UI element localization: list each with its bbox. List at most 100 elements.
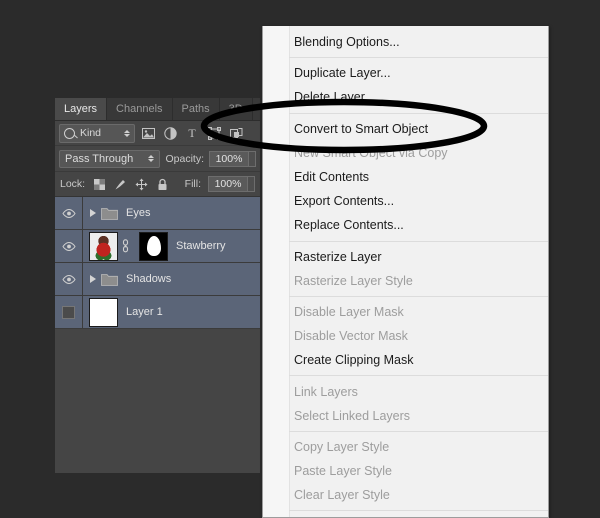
tab-layers-label: Layers: [64, 103, 98, 115]
folder-icon: [101, 207, 118, 220]
group-expander-triangle-icon[interactable]: [90, 209, 96, 217]
lock-image-pixels-icon[interactable]: [113, 177, 127, 191]
layers-panel: Layers Channels Paths 3D Kind T Pass Thr…: [55, 98, 260, 473]
table-row[interactable]: Shadows: [55, 263, 260, 296]
lock-position-icon[interactable]: [134, 177, 148, 191]
opacity-value[interactable]: 100%: [209, 150, 249, 167]
table-row[interactable]: Layer 1: [55, 296, 260, 329]
tab-3d[interactable]: 3D: [219, 98, 253, 120]
tab-channels[interactable]: Channels: [107, 98, 173, 120]
menu-item-export-contents[interactable]: Export Contents...: [263, 189, 548, 213]
tab-3d-label: 3D: [228, 103, 243, 115]
layer-name: Eyes: [126, 207, 151, 219]
tab-layers[interactable]: Layers: [55, 98, 108, 120]
opacity-field-wrap[interactable]: 100%: [209, 150, 256, 167]
white-thumbnail[interactable]: [89, 297, 118, 327]
menu-separator: [289, 295, 548, 297]
menu-item-label: Export Contents...: [294, 194, 395, 209]
menu-item-list: Blending Options... Duplicate Layer... D…: [263, 26, 548, 517]
opacity-stepper-grip[interactable]: [249, 150, 256, 167]
folder-icon: [101, 273, 118, 286]
eye-icon: [61, 208, 76, 218]
menu-item-link-layers: Link Layers: [263, 379, 548, 403]
layer-name: Shadows: [126, 273, 172, 285]
layer-visibility-toggle[interactable]: [55, 263, 83, 295]
blend-mode-value: Pass Through: [65, 152, 134, 165]
tab-paths-label: Paths: [181, 103, 210, 115]
blend-mode-dropdown[interactable]: Pass Through: [59, 149, 161, 168]
menu-item-label: Clear Layer Style: [294, 488, 390, 503]
fill-label: Fill:: [184, 178, 201, 190]
link-chain-icon[interactable]: [120, 239, 131, 253]
menu-item-replace-contents[interactable]: Replace Contents...: [263, 213, 548, 237]
menu-item-clear-layer-style: Clear Layer Style: [263, 483, 548, 507]
smart-object-filter-icon[interactable]: [227, 125, 245, 142]
eye-icon: [61, 241, 76, 251]
menu-item-label: Convert to Smart Object: [294, 121, 429, 136]
layer-visibility-toggle[interactable]: [55, 230, 83, 262]
menu-item-label: Blending Options...: [294, 35, 400, 50]
menu-item-new-smart-object-via-copy: New Smart Object via Copy: [263, 141, 548, 165]
fill-value[interactable]: 100%: [208, 176, 248, 192]
menu-item-merge-down[interactable]: Merge Down: [263, 514, 548, 517]
fill-stepper-grip[interactable]: [248, 176, 255, 192]
menu-separator: [289, 240, 548, 242]
updown-stepper-icon[interactable]: [124, 129, 130, 137]
menu-item-rasterize-layer-style: Rasterize Layer Style: [263, 269, 548, 293]
menu-item-select-linked-layers: Select Linked Layers: [263, 404, 548, 428]
pixel-layer-filter-icon[interactable]: [139, 125, 157, 142]
tab-channels-label: Channels: [116, 103, 163, 115]
mask-shape: [146, 236, 161, 256]
lock-all-icon[interactable]: [155, 177, 169, 191]
menu-item-label: Delete Layer: [294, 90, 365, 105]
menu-item-label: Link Layers: [294, 384, 358, 399]
tab-paths[interactable]: Paths: [172, 98, 220, 120]
filter-kind-dropdown[interactable]: Kind: [59, 123, 135, 143]
menu-item-disable-vector-mask: Disable Vector Mask: [263, 324, 548, 348]
menu-item-label: Edit Contents: [294, 170, 370, 185]
menu-item-label: Disable Layer Mask: [294, 304, 404, 319]
eye-icon: [61, 274, 76, 284]
blend-mode-stepper-icon[interactable]: [148, 155, 155, 162]
menu-separator: [289, 375, 548, 377]
menu-separator: [289, 57, 548, 59]
menu-item-label: Disable Vector Mask: [294, 329, 408, 344]
menu-item-label: Create Clipping Mask: [294, 353, 414, 368]
strawberry-thumbnail[interactable]: [89, 231, 118, 261]
group-expander-triangle-icon[interactable]: [90, 275, 96, 283]
lock-row: Lock: Fill: 100%: [55, 172, 260, 197]
shape-layer-filter-icon[interactable]: [205, 125, 223, 142]
adjustment-layer-filter-icon[interactable]: [161, 125, 179, 142]
lock-transparent-pixels-icon[interactable]: [92, 177, 106, 191]
menu-item-label: Copy Layer Style: [294, 439, 390, 454]
search-icon: [64, 127, 75, 139]
panel-tab-bar: Layers Channels Paths 3D: [55, 98, 260, 121]
menu-item-delete-layer[interactable]: Delete Layer: [263, 85, 548, 109]
type-layer-filter-icon: T: [188, 125, 196, 140]
menu-item-create-clipping-mask[interactable]: Create Clipping Mask: [263, 348, 548, 372]
layer-mask-thumbnail[interactable]: [139, 231, 168, 261]
menu-item-convert-to-smart-object[interactable]: Convert to Smart Object: [263, 117, 548, 141]
menu-item-label: Select Linked Layers: [294, 408, 411, 423]
layer-visibility-toggle[interactable]: [55, 197, 83, 229]
layer-list-empty-area: [55, 329, 260, 473]
menu-separator: [289, 112, 548, 114]
menu-item-label: Duplicate Layer...: [294, 66, 391, 81]
menu-item-label: Replace Contents...: [294, 218, 404, 233]
layer-name: Stawberry: [176, 240, 226, 252]
menu-item-blending-options[interactable]: Blending Options...: [263, 30, 548, 54]
blend-mode-row: Pass Through Opacity: 100%: [55, 146, 260, 172]
fill-field-wrap[interactable]: 100%: [208, 176, 255, 192]
menu-item-rasterize-layer[interactable]: Rasterize Layer: [263, 245, 548, 269]
menu-item-label: Rasterize Layer: [294, 249, 382, 264]
menu-item-label: Rasterize Layer Style: [294, 273, 413, 288]
layer-visibility-toggle[interactable]: [55, 296, 83, 328]
menu-item-copy-layer-style: Copy Layer Style: [263, 435, 548, 459]
table-row[interactable]: Stawberry: [55, 230, 260, 263]
table-row[interactable]: Eyes: [55, 197, 260, 230]
layer-context-menu: Blending Options... Duplicate Layer... D…: [262, 26, 549, 518]
menu-item-edit-contents[interactable]: Edit Contents: [263, 165, 548, 189]
opacity-label: Opacity:: [165, 152, 204, 165]
menu-item-duplicate-layer[interactable]: Duplicate Layer...: [263, 61, 548, 85]
layer-list: Eyes Stawberry Shadows Layer 1: [55, 197, 260, 329]
